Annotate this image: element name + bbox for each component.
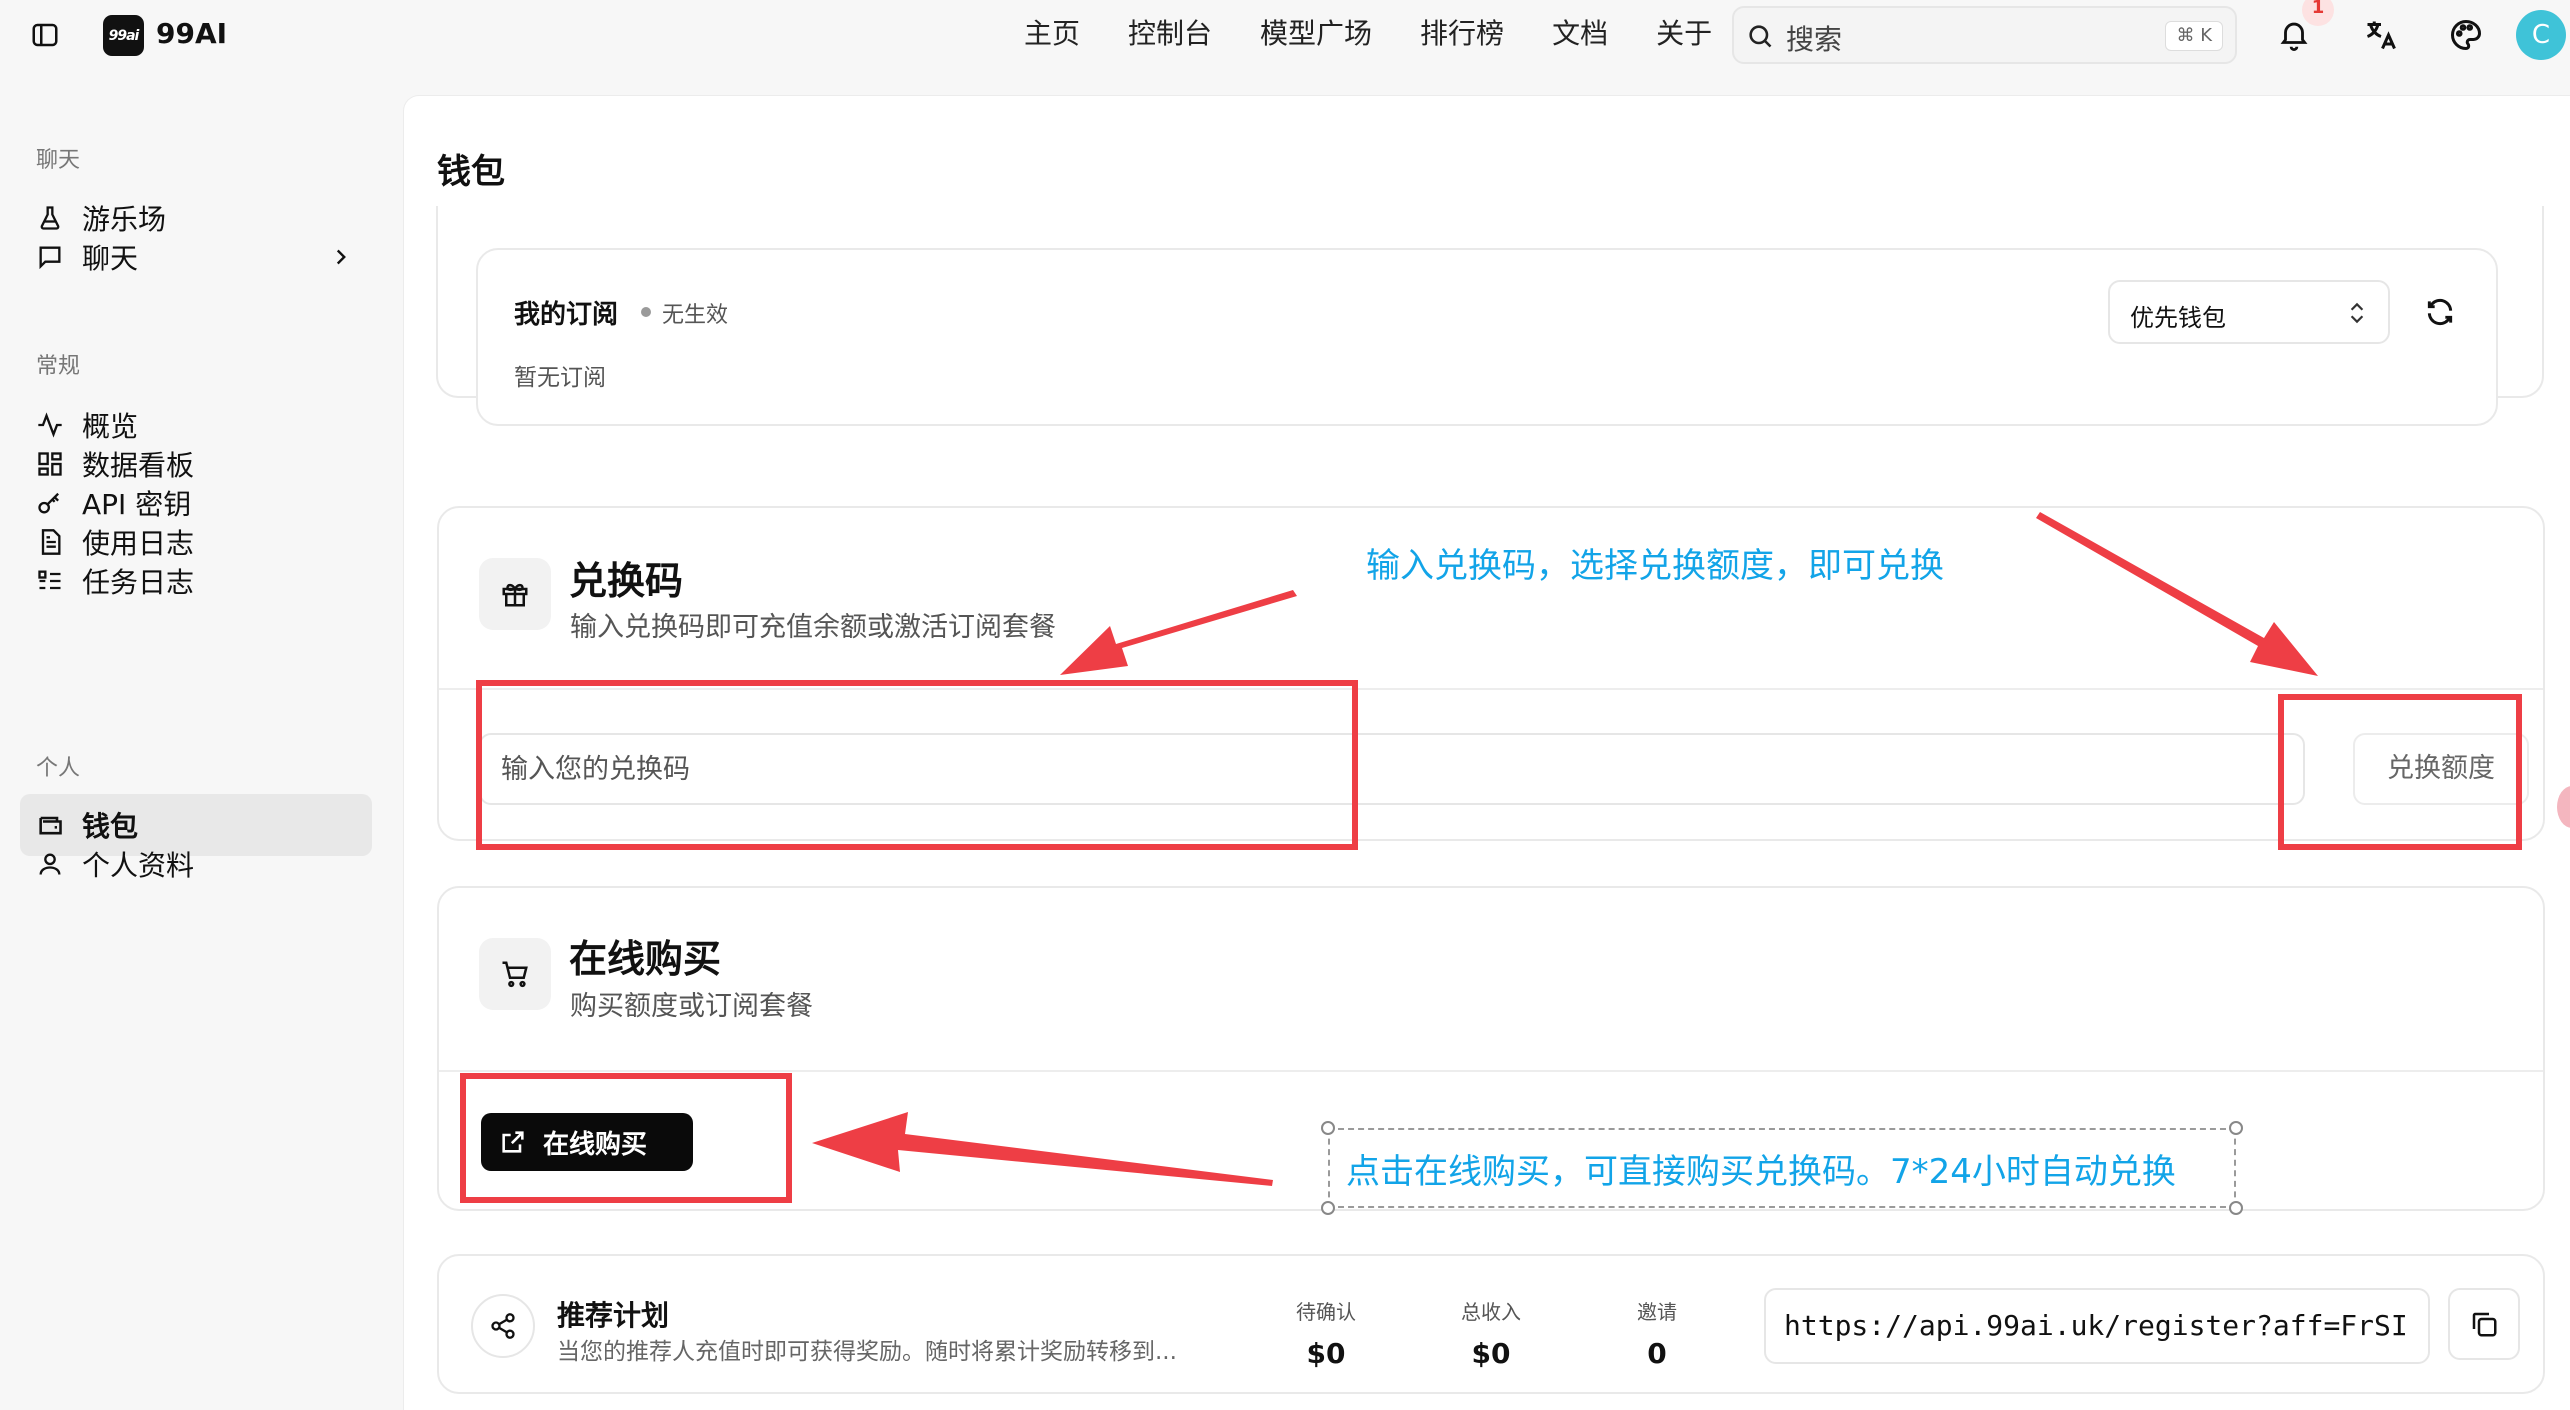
arrow-to-redeem-input bbox=[1060, 590, 1297, 675]
arrow-to-amount-button bbox=[2036, 512, 2318, 676]
annotation-arrows bbox=[812, 512, 2318, 1186]
arrow-to-purchase-button bbox=[812, 1112, 1273, 1186]
